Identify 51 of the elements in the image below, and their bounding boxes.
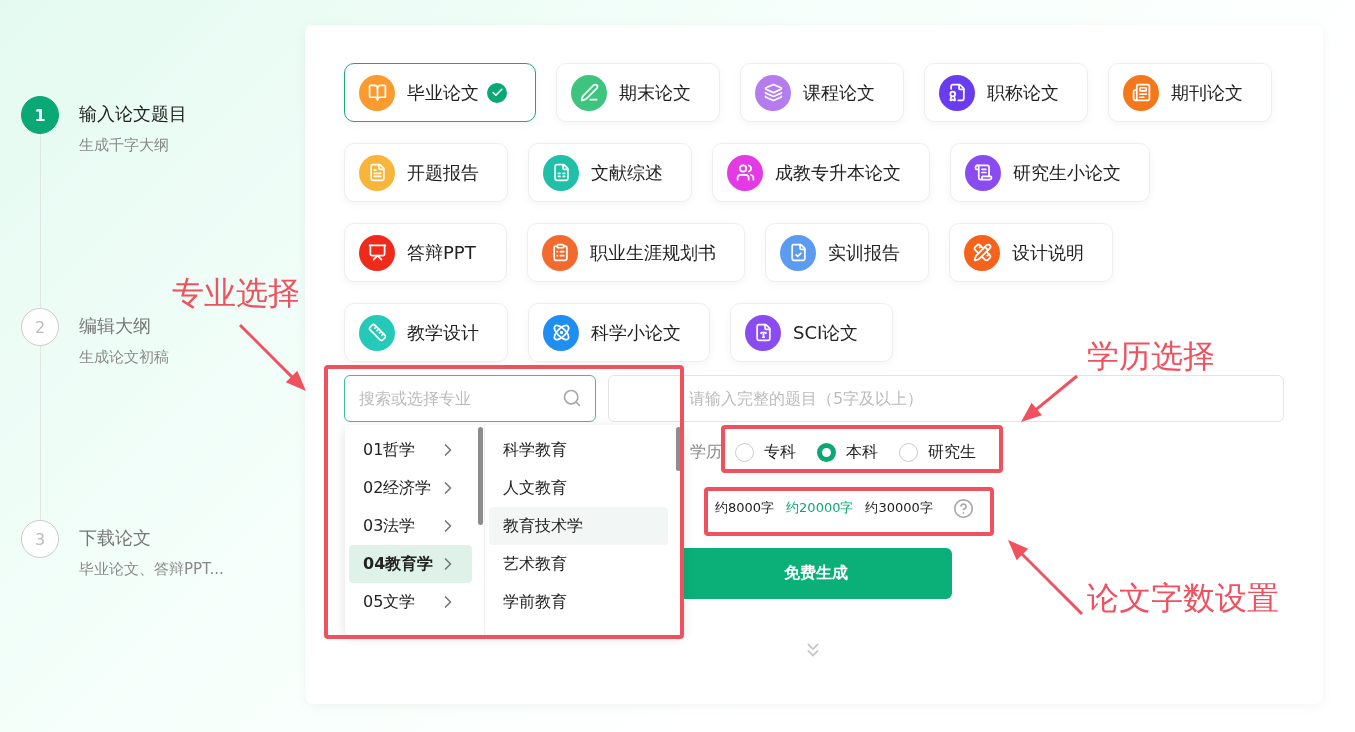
education-radio[interactable]: 本科 [817,441,886,463]
paper-type-chip[interactable]: 文献综述 [528,143,692,202]
subject-item[interactable]: 教育技术学 [489,507,668,545]
category-item[interactable]: 01哲学 [349,431,472,469]
paper-type-chip[interactable]: 开题报告 [344,143,508,202]
paper-type-chip[interactable]: 教学设计 [344,303,508,362]
step-number: 3 [21,520,59,558]
paper-type-chip[interactable]: 期刊论文 [1108,63,1272,122]
paper-type-chip[interactable]: 职业生涯规划书 [527,223,745,282]
subject-item[interactable]: 人文教育 [489,469,668,507]
paper-type-chip[interactable]: 职称论文 [924,63,1088,122]
paper-type-chip[interactable]: 科学小论文 [528,303,710,362]
category-item[interactable]: 02经济学 [349,469,472,507]
education-radio[interactable]: 专科 [735,441,804,463]
step-subtitle: 毕业论文、答辩PPT... [79,560,224,579]
paper-type-chip[interactable]: 研究生小论文 [950,143,1150,202]
word-count-option[interactable]: 约8000字 [709,499,781,517]
step-title: 输入论文题目 [79,102,187,126]
step-subtitle: 生成千字大纲 [79,136,170,155]
paper-type-chip[interactable]: 毕业论文 [344,63,536,122]
step-title: 下载论文 [79,526,152,550]
annotation-label: 论文字数设置 [1087,578,1279,619]
check-icon [487,82,507,103]
field-label: 学历 [690,441,722,463]
annotation-arrow [238,323,306,391]
category-item[interactable]: 05文学 [349,583,472,621]
paper-type-chip[interactable]: 课程论文 [740,63,904,122]
annotation-label: 学历选择 [1087,336,1215,377]
category-item[interactable]: 04教育学 [349,545,472,583]
paper-type-chip[interactable]: 期末论文 [556,63,720,122]
topic-field[interactable]: 请输入完整的题目（5字及以上） [608,375,1284,422]
annotation-arrow [1021,374,1078,422]
search-icon [562,388,582,408]
step-number: 1 [21,96,59,134]
step-number: 2 [21,308,59,346]
subject-item[interactable]: 学前教育 [489,583,668,621]
paper-type-chip[interactable]: 实训报告 [765,223,929,282]
paper-type-chip[interactable]: 成教专升本论文 [712,143,930,202]
paper-type-chip[interactable]: 设计说明 [949,223,1113,282]
help-icon[interactable] [952,497,974,519]
paper-type-chip[interactable]: 答辩PPT [344,223,507,282]
major-search-field[interactable]: 搜索或选择专业 [344,375,596,422]
subject-item[interactable]: 艺术教育 [489,545,668,583]
step-title: 编辑大纲 [79,314,152,338]
paper-type-chip[interactable]: SCI论文 [730,303,893,362]
step-subtitle: 生成论文初稿 [79,348,169,367]
annotation-label: 专业选择 [172,273,300,314]
category-item[interactable]: 03法学 [349,507,472,545]
word-count-option[interactable]: 约30000字 [859,499,939,517]
education-radio[interactable]: 研究生 [899,441,984,463]
subject-item[interactable]: 科学教育 [489,431,668,469]
